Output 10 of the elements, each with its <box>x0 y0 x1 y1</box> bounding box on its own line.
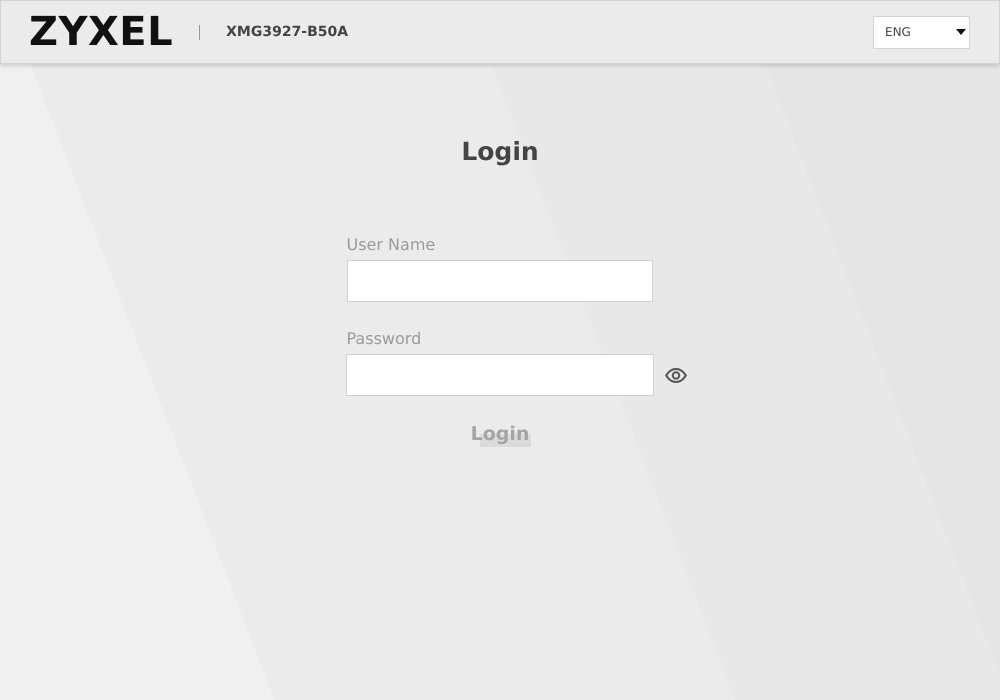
field-label: User Name <box>346 235 436 255</box>
password-field[interactable] <box>346 354 654 396</box>
model-name: XMG3927-B50A <box>226 24 348 40</box>
text-field[interactable] <box>346 260 652 302</box>
eye-icon[interactable] <box>664 368 686 382</box>
caret-icon <box>956 29 966 35</box>
field-label: Password <box>346 329 422 349</box>
logo: ZYXEL <box>29 12 174 52</box>
page-title: Login <box>461 136 539 168</box>
language-select[interactable]: ENG <box>873 16 970 48</box>
